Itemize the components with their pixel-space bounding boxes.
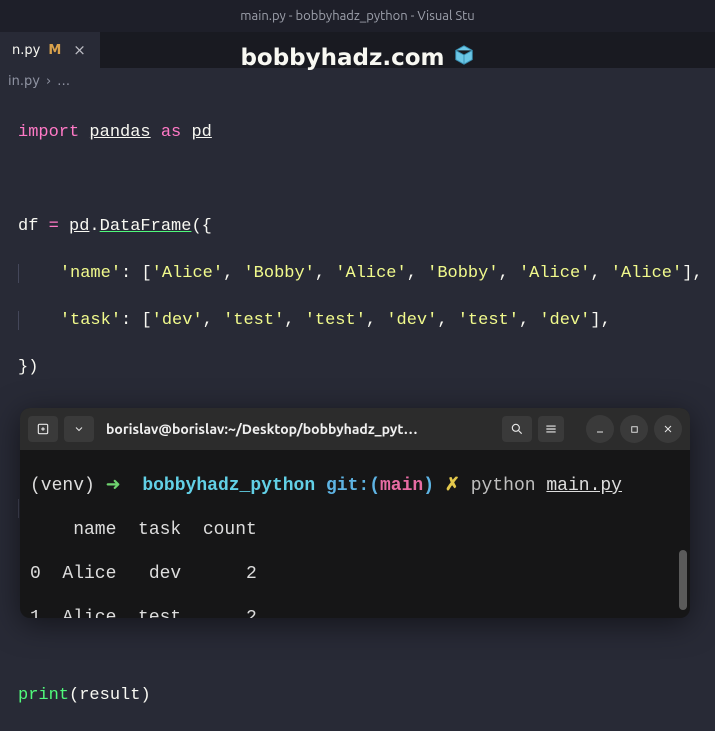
code-line: import pandas as pd: [18, 121, 715, 144]
terminal-line: 1 Alice test 2: [30, 608, 680, 618]
terminal-scrollbar[interactable]: [679, 550, 687, 610]
terminal-window: borislav@borislav:~/Desktop/bobbyhadz_py…: [20, 408, 690, 618]
watermark: bobbyhadz.com: [0, 44, 715, 72]
maximize-button[interactable]: [620, 415, 648, 443]
search-button[interactable]: [502, 416, 532, 442]
dropdown-button[interactable]: [64, 416, 94, 442]
terminal-line: (venv) ➜ bobbyhadz_python git:(main) ✗ p…: [30, 476, 680, 498]
window-title: main.py - bobbyhadz_python - Visual Stu: [240, 9, 474, 23]
breadcrumb-more: …: [57, 74, 70, 89]
watermark-text: bobbyhadz.com: [240, 45, 444, 71]
hamburger-menu-button[interactable]: [538, 416, 564, 442]
code-line: print(result): [18, 684, 715, 707]
code-line: [18, 168, 715, 191]
terminal-body[interactable]: (venv) ➜ bobbyhadz_python git:(main) ✗ p…: [20, 450, 690, 618]
window-titlebar: main.py - bobbyhadz_python - Visual Stu: [0, 0, 715, 32]
new-tab-button[interactable]: [28, 416, 58, 442]
terminal-line: name task count: [30, 520, 680, 542]
breadcrumb-sep: ›: [46, 74, 51, 89]
code-line: 'task': ['dev', 'test', 'test', 'dev', '…: [18, 309, 715, 332]
code-line: [18, 637, 715, 660]
close-button[interactable]: [654, 415, 682, 443]
breadcrumb-file: in.py: [8, 74, 40, 89]
code-line: }): [18, 356, 715, 379]
code-line: df = pd.DataFrame({: [18, 215, 715, 238]
terminal-line: 0 Alice dev 2: [30, 564, 680, 586]
code-line: 'name': ['Alice', 'Bobby', 'Alice', 'Bob…: [18, 262, 715, 285]
terminal-title: borislav@borislav:~/Desktop/bobbyhadz_py…: [100, 421, 496, 437]
terminal-titlebar[interactable]: borislav@borislav:~/Desktop/bobbyhadz_py…: [20, 408, 690, 450]
minimize-button[interactable]: [586, 415, 614, 443]
cube-icon: [453, 44, 475, 72]
